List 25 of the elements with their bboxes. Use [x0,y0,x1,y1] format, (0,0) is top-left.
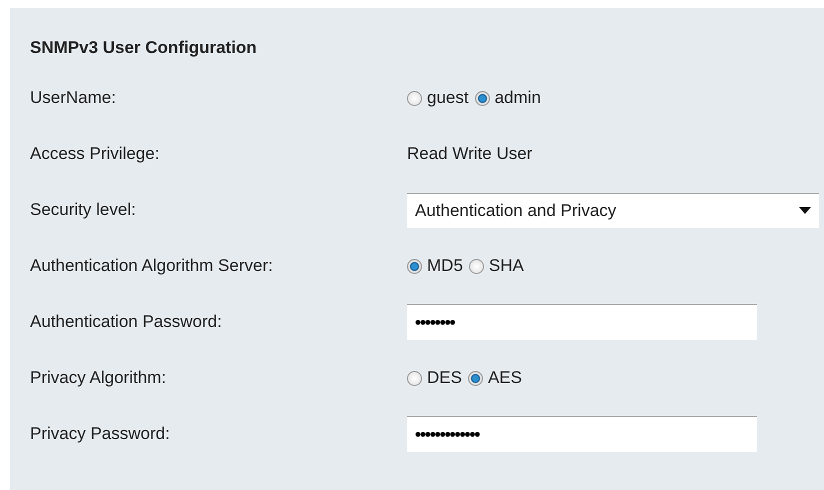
field-value: Read Write User [407,144,532,164]
field-label: Authentication Password: [30,312,223,332]
field-label: Privacy Password: [30,424,171,444]
radio-option[interactable]: MD5 [407,256,463,276]
radio-button-icon[interactable] [474,90,490,106]
password-field[interactable]: ••••••••••••• [407,416,757,452]
field-label: Authentication Algorithm Server: [30,256,274,276]
radio-button-icon[interactable] [468,258,484,274]
field-label: Privacy Algorithm: [30,368,168,388]
radio-button-icon[interactable] [407,258,422,274]
dropdown[interactable]: Authentication and Privacy [407,192,819,228]
password-field[interactable]: •••••••• [407,304,757,340]
section-title: SNMPv3 User Configuration [30,38,258,59]
radio-option[interactable]: AES [468,368,522,388]
field-label: UserName: [30,88,117,108]
radio-option[interactable]: SHA [468,256,524,276]
field-label: Access Privilege: [30,144,160,164]
radio-button-icon[interactable] [468,370,483,386]
radio-option[interactable]: DES [407,368,462,388]
radio-option[interactable]: admin [474,88,541,108]
caret-icon [799,207,811,214]
radio-button-icon[interactable] [407,370,422,386]
radio-button-icon[interactable] [407,90,422,106]
field-label: Security level: [30,200,137,220]
radio-option[interactable]: guest [407,88,469,108]
